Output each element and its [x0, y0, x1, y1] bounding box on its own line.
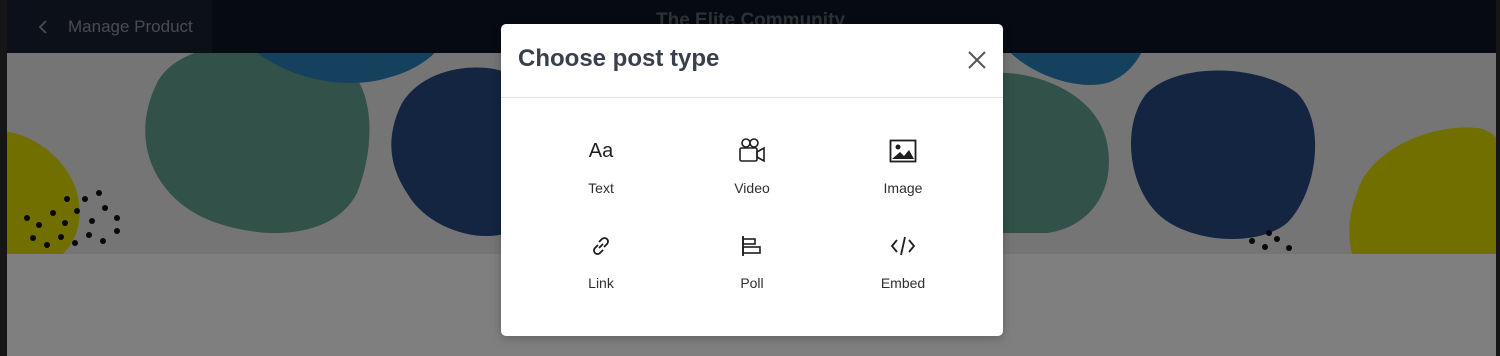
page: Manage Product The Elite Community Choos… [0, 0, 1500, 356]
modal-title: Choose post type [518, 45, 720, 72]
text-aa-icon: Aa [588, 139, 614, 162]
link-icon [586, 231, 616, 261]
option-label: Poll [740, 275, 764, 291]
option-label: Text [588, 180, 614, 196]
post-type-text[interactable]: Aa Text [541, 136, 661, 216]
image-icon [888, 136, 918, 166]
option-label: Link [588, 275, 614, 291]
post-type-link[interactable]: Link [541, 231, 661, 311]
post-type-video[interactable]: Video [692, 136, 812, 216]
post-type-embed[interactable]: Embed [843, 231, 963, 311]
modal-header: Choose post type [501, 24, 1003, 98]
code-icon [888, 231, 918, 261]
post-type-poll[interactable]: Poll [692, 231, 812, 311]
video-camera-icon [737, 136, 767, 166]
close-icon[interactable] [965, 48, 989, 72]
option-label: Embed [880, 275, 926, 291]
choose-post-type-modal: Choose post type Aa Text Video Image Lin… [501, 24, 1003, 336]
poll-icon [737, 231, 767, 261]
option-label: Image [883, 180, 923, 196]
option-label: Video [734, 180, 770, 196]
post-type-image[interactable]: Image [843, 136, 963, 216]
